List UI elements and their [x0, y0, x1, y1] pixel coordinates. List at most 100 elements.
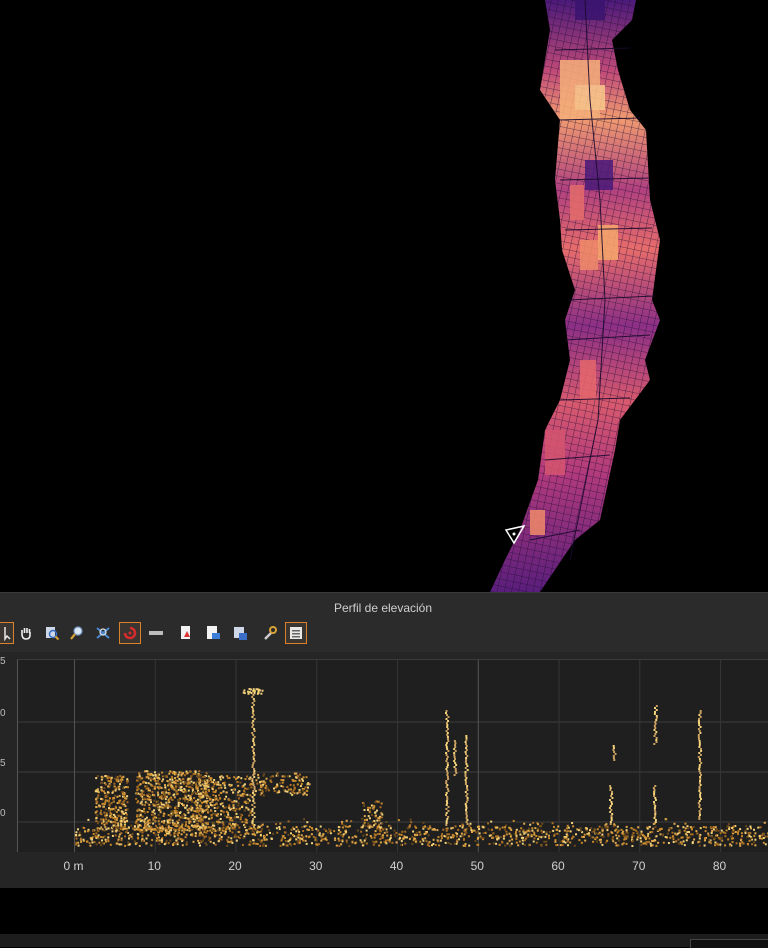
- map-canvas[interactable]: [0, 0, 768, 592]
- profile-point: [160, 839, 163, 842]
- profile-point: [731, 841, 734, 844]
- export-pdf-button[interactable]: [175, 622, 197, 644]
- profile-point: [467, 835, 470, 838]
- profile-point: [185, 843, 188, 846]
- profile-point: [498, 843, 501, 846]
- profile-point: [698, 738, 700, 740]
- profile-point: [248, 843, 251, 846]
- profile-point: [178, 827, 181, 830]
- profile-point: [276, 772, 279, 775]
- profile-point: [247, 692, 250, 695]
- profile-point: [447, 716, 450, 718]
- clear-line-button[interactable]: [145, 622, 167, 644]
- profile-point: [710, 835, 713, 838]
- profile-point: [252, 710, 255, 712]
- profile-point: [464, 773, 467, 775]
- profile-point: [707, 832, 710, 835]
- profile-point: [283, 826, 286, 829]
- profile-point: [614, 841, 617, 844]
- profile-point: [613, 759, 616, 761]
- profile-point: [228, 776, 231, 779]
- profile-point: [699, 784, 702, 786]
- profile-point: [722, 831, 725, 834]
- profile-point: [290, 832, 292, 835]
- settings-button[interactable]: [259, 622, 281, 644]
- profile-point: [306, 828, 309, 831]
- profile-point: [215, 814, 218, 817]
- profile-point: [698, 764, 701, 766]
- options-panel-button[interactable]: [285, 622, 307, 644]
- profile-point: [285, 840, 288, 843]
- profile-point: [655, 741, 658, 743]
- save-profile-button[interactable]: [229, 622, 251, 644]
- profile-point: [219, 818, 222, 820]
- profile-point: [131, 832, 134, 835]
- profile-point: [158, 843, 161, 845]
- profile-point: [447, 806, 450, 808]
- profile-point: [385, 821, 388, 823]
- profile-point: [315, 828, 318, 831]
- profile-point: [150, 772, 153, 775]
- profile-point: [139, 809, 142, 812]
- profile-point: [423, 833, 426, 835]
- profile-point: [148, 803, 151, 806]
- profile-point: [181, 829, 184, 832]
- pan-button[interactable]: [15, 622, 37, 644]
- zoom-in-button[interactable]: [66, 622, 88, 644]
- profile-point: [311, 827, 313, 829]
- profile-point: [698, 806, 701, 808]
- profile-point: [389, 834, 392, 837]
- profile-point: [609, 805, 612, 807]
- plot-area[interactable]: [17, 659, 768, 852]
- profile-point: [177, 814, 180, 817]
- profile-point: [136, 785, 139, 788]
- profile-point: [146, 802, 149, 805]
- profile-point: [205, 790, 208, 793]
- x-tick-label: 30: [309, 859, 323, 873]
- profile-point: [281, 837, 284, 840]
- profile-point: [606, 829, 609, 832]
- profile-point: [148, 808, 151, 811]
- profile-point: [114, 789, 117, 792]
- profile-point: [618, 839, 620, 842]
- profile-point: [445, 712, 447, 714]
- profile-point: [655, 739, 658, 741]
- capture-profile-button[interactable]: [119, 622, 141, 644]
- profile-point: [257, 825, 260, 828]
- profile-point: [383, 831, 386, 834]
- profile-point: [221, 829, 224, 832]
- profile-point: [253, 760, 256, 762]
- profile-point: [416, 834, 419, 836]
- profile-point: [676, 825, 679, 828]
- profile-point: [443, 835, 446, 837]
- profile-point: [445, 752, 448, 754]
- profile-point: [257, 788, 260, 791]
- profile-point: [464, 761, 467, 763]
- profile-point: [234, 827, 237, 830]
- zoom-layer-button[interactable]: [92, 622, 114, 644]
- profile-point: [754, 832, 757, 835]
- profile-point: [474, 839, 477, 842]
- profile-point: [123, 812, 126, 815]
- zoom-full-button[interactable]: [41, 622, 63, 644]
- profile-point: [408, 826, 411, 829]
- select-pointer-button[interactable]: [0, 622, 14, 644]
- profile-point: [205, 772, 208, 775]
- profile-point: [664, 836, 667, 838]
- profile-point: [370, 804, 373, 807]
- profile-point: [373, 841, 376, 844]
- profile-point: [601, 833, 604, 836]
- profile-point: [505, 833, 508, 836]
- elevation-profile-panel: Perfil de elevación 5 0 5 0 0 m 10 20 30…: [0, 592, 768, 948]
- profile-point: [94, 811, 97, 814]
- profile-point: [264, 844, 267, 847]
- profile-point: [465, 753, 467, 755]
- profile-plot[interactable]: 5 0 5 0 0 m 10 20 30 40 50 60 70 80: [0, 652, 768, 948]
- profile-point: [145, 842, 148, 845]
- profile-point: [198, 778, 200, 781]
- export-image-button[interactable]: [202, 622, 224, 644]
- profile-point: [446, 776, 449, 778]
- profile-point: [611, 797, 614, 799]
- profile-point: [190, 818, 192, 821]
- profile-point: [139, 783, 142, 786]
